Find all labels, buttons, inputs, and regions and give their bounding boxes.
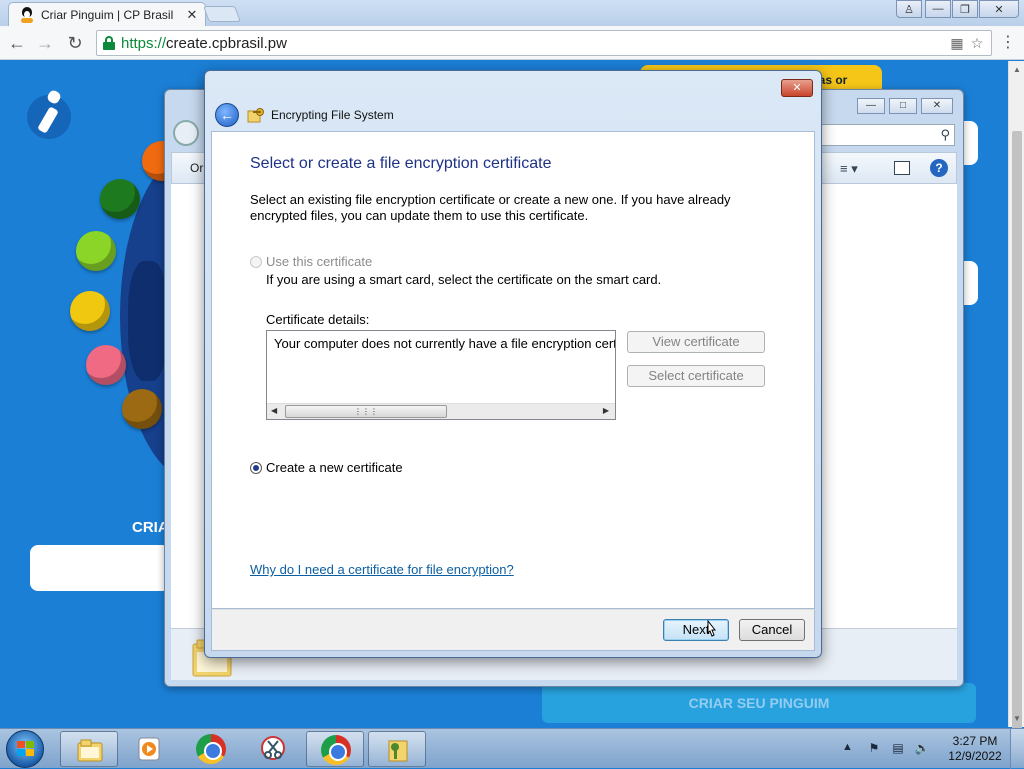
minimize-button[interactable]: —	[925, 0, 951, 18]
explorer-folder-icon	[77, 739, 103, 762]
scroll-right-arrow-icon[interactable]: ▶	[603, 406, 609, 415]
translate-icon[interactable]: ▦	[947, 33, 967, 53]
user-profile-icon[interactable]: ♙	[896, 0, 922, 18]
browser-tab-strip: Criar Pinguim | CP Brasil ✕ ♙ — ❐ ✕	[0, 0, 1024, 26]
taskbar-chrome[interactable]	[182, 731, 240, 767]
select-certificate-button[interactable]: Select certificate	[627, 365, 765, 387]
efs-key-icon	[247, 108, 264, 123]
scroll-left-arrow-icon[interactable]: ◀	[271, 406, 277, 415]
dialog-footer: Next Cancel	[211, 609, 815, 651]
url-scheme: https://	[121, 34, 167, 52]
show-desktop-button[interactable]	[1010, 729, 1024, 769]
horizontal-scrollbar[interactable]: ◀ ⋮⋮⋮ ▶	[267, 403, 615, 419]
penguin-favicon-icon	[19, 6, 35, 23]
scrollbar-thumb[interactable]: ⋮⋮⋮	[285, 405, 447, 418]
color-swatch-brown[interactable]	[122, 389, 162, 429]
help-link[interactable]: Why do I need a certificate for file enc…	[250, 562, 514, 577]
color-wheel-shadow	[128, 261, 168, 381]
forward-arrow-icon[interactable]: →	[34, 32, 56, 54]
intro-text: Select an existing file encryption certi…	[250, 192, 731, 223]
search-icon: ⚲	[940, 127, 950, 142]
new-tab-button[interactable]	[203, 6, 241, 22]
use-certificate-radio[interactable]	[250, 256, 262, 268]
color-swatch-pink[interactable]	[86, 345, 126, 385]
create-penguin-button[interactable]: CRIAR SEU PINGUIM	[542, 683, 976, 723]
url-host: create.cpbrasil.pw	[166, 34, 287, 52]
network-icon[interactable]: ▤	[890, 741, 906, 757]
volume-icon[interactable]: 🔈	[914, 741, 930, 757]
chrome-icon	[196, 734, 226, 764]
clock-time: 3:27 PM	[952, 734, 998, 748]
browser-tab[interactable]: Criar Pinguim | CP Brasil ✕	[8, 2, 206, 26]
tab-close-icon[interactable]: ✕	[185, 7, 199, 23]
color-swatch-yellow[interactable]	[70, 291, 110, 331]
clock-date: 12/9/2022	[948, 749, 1002, 763]
lock-icon[interactable]	[103, 36, 115, 50]
explorer-minimize-button[interactable]: —	[857, 98, 885, 114]
organize-menu[interactable]: Or	[190, 161, 203, 175]
dialog-close-button[interactable]: ✕	[781, 79, 813, 97]
taskbar: ▲ ⚑ ▤ 🔈 3:27 PM 12/9/2022	[0, 728, 1024, 769]
browser-toolbar: ← → ↻ https://create.cpbrasil.pw ▦ ☆ ⋮	[0, 26, 1024, 60]
create-new-certificate-label: Create a new certificate	[266, 460, 403, 475]
change-view-icon[interactable]: ≡ ▾	[840, 161, 858, 177]
address-bar[interactable]: https://create.cpbrasil.pw ▦ ☆	[96, 30, 992, 56]
media-player-icon	[138, 737, 160, 761]
scrollbar-thumb[interactable]	[1012, 131, 1022, 751]
reload-icon[interactable]: ↻	[64, 32, 86, 54]
scroll-down-arrow-icon[interactable]: ▼	[1009, 714, 1024, 723]
taskbar-media-player[interactable]	[120, 731, 178, 767]
action-center-icon[interactable]: ⚑	[866, 741, 882, 757]
efs-wizard-dialog: ✕ ← Encrypting File System Select or cre…	[204, 70, 822, 658]
certificate-details-label: Certificate details:	[266, 312, 370, 327]
back-arrow-icon[interactable]: ←	[215, 103, 239, 127]
use-certificate-description: If you are using a smart card, select th…	[266, 272, 662, 287]
dialog-title: Encrypting File System	[271, 108, 394, 122]
scroll-up-arrow-icon[interactable]: ▲	[1009, 65, 1024, 74]
system-clock[interactable]: 3:27 PM 12/9/2022	[944, 734, 1006, 764]
penguin-name-input[interactable]	[30, 545, 170, 591]
use-certificate-label: Use this certificate	[266, 254, 373, 269]
dialog-content: Select or create a file encryption certi…	[211, 131, 815, 609]
certificate-details-text: Your computer does not currently have a …	[274, 336, 615, 351]
next-button[interactable]: Next	[663, 619, 729, 641]
start-button[interactable]	[6, 730, 44, 768]
help-icon[interactable]: ?	[930, 159, 948, 177]
chrome-icon	[321, 735, 351, 765]
color-swatch-lime[interactable]	[76, 231, 116, 271]
tray-expand-icon[interactable]: ▲	[842, 741, 853, 753]
preview-pane-icon[interactable]	[894, 161, 910, 175]
taskbar-snipping-tool[interactable]	[244, 731, 302, 767]
view-certificate-button[interactable]: View certificate	[627, 331, 765, 353]
bookmark-star-icon[interactable]: ☆	[967, 33, 987, 53]
back-arrow-icon[interactable]: ←	[6, 32, 28, 54]
cancel-button[interactable]: Cancel	[739, 619, 805, 641]
restore-button[interactable]: ❐	[952, 0, 978, 18]
certificate-details-box[interactable]: Your computer does not currently have a …	[266, 330, 616, 420]
explorer-search-input[interactable]: ⚲	[817, 124, 955, 146]
color-swatch-dark-green[interactable]	[100, 179, 140, 219]
taskbar-efs-wizard[interactable]	[368, 731, 426, 767]
taskbar-chrome-active[interactable]	[306, 731, 364, 767]
explorer-maximize-button[interactable]: □	[889, 98, 917, 114]
browser-menu-icon[interactable]: ⋮	[998, 34, 1018, 52]
scissors-icon	[261, 736, 285, 760]
pipette-logo-icon	[27, 90, 71, 139]
create-new-certificate-radio[interactable]	[250, 462, 262, 474]
explorer-back-icon[interactable]	[173, 120, 199, 146]
close-window-button[interactable]: ✕	[979, 0, 1019, 18]
page-scrollbar[interactable]: ▲ ▼	[1008, 61, 1024, 751]
page-title: Select or create a file encryption certi…	[250, 155, 552, 172]
explorer-close-button[interactable]: ✕	[921, 98, 953, 114]
url-text[interactable]: https://create.cpbrasil.pw	[121, 35, 947, 52]
windows-logo-icon	[17, 741, 35, 757]
efs-key-icon	[388, 740, 408, 762]
mouse-cursor-icon	[707, 620, 717, 637]
taskbar-explorer[interactable]	[60, 731, 118, 767]
tab-title: Criar Pinguim | CP Brasil	[41, 7, 174, 22]
